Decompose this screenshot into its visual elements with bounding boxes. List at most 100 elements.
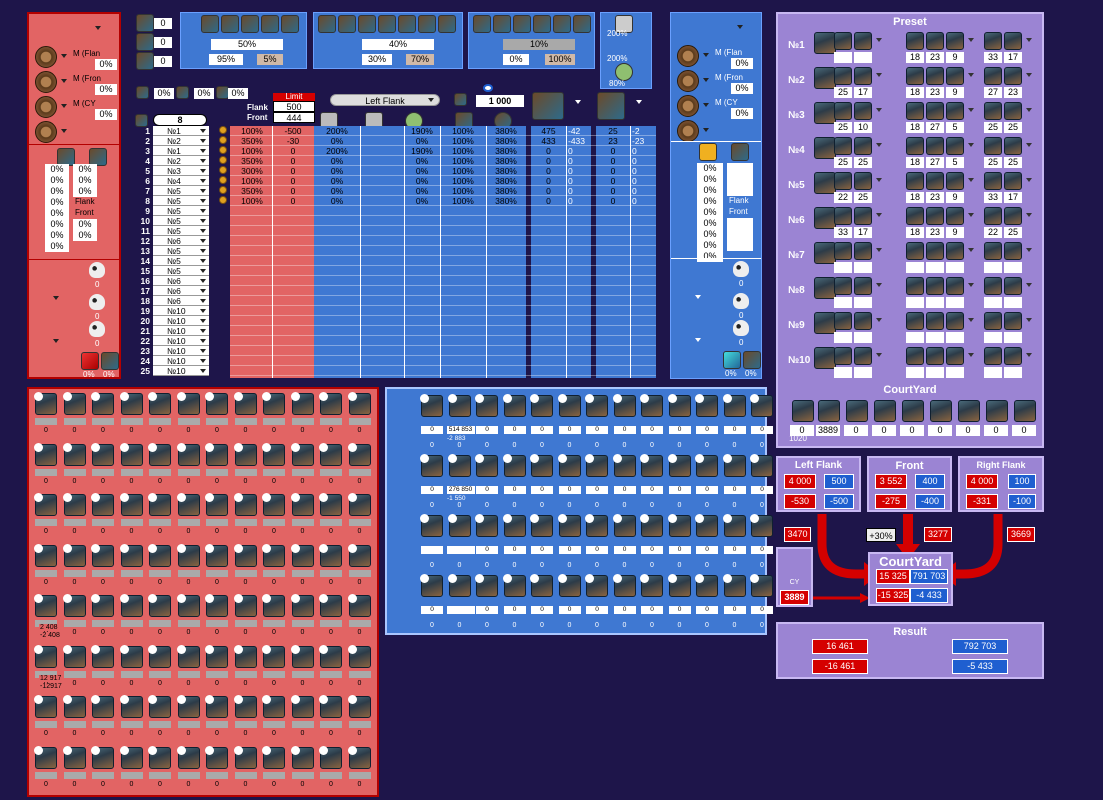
unit-count-bar[interactable]: [63, 468, 86, 476]
defender-unit-icon[interactable]: [475, 394, 498, 417]
right-mid-value[interactable]: 0%: [697, 240, 723, 251]
table-cell[interactable]: 300%: [232, 166, 272, 176]
unit-icon[interactable]: [906, 137, 924, 155]
unit-icon[interactable]: [792, 400, 814, 422]
courtyard-unit-count[interactable]: 0: [928, 425, 952, 436]
attacker-unit-icon[interactable]: [205, 745, 228, 769]
unit-count-bar[interactable]: [206, 721, 228, 728]
defender-unit-count[interactable]: 0: [421, 426, 443, 434]
preset-select[interactable]: №10: [153, 366, 209, 376]
preset-unit-count[interactable]: [854, 262, 872, 273]
chevron-down-icon[interactable]: [636, 100, 642, 104]
unit-icon[interactable]: [818, 400, 840, 422]
preset-unit-count[interactable]: [834, 262, 852, 273]
defender-unit-count[interactable]: 0: [668, 486, 691, 494]
attacker-unit-icon[interactable]: [233, 442, 257, 466]
table-cell[interactable]: 0%: [404, 166, 440, 176]
defender-unit-count[interactable]: 276 850: [446, 486, 475, 494]
chevron-down-icon[interactable]: [876, 178, 882, 182]
attacker-unit-icon[interactable]: [205, 644, 228, 668]
table-cell[interactable]: 0: [272, 156, 314, 166]
table-cell[interactable]: 350%: [232, 186, 272, 196]
preset-unit-count[interactable]: [984, 297, 1002, 308]
defender-unit-count[interactable]: 0: [696, 426, 718, 434]
unit-count-bar[interactable]: [291, 569, 314, 577]
attacker-unit-icon[interactable]: [233, 392, 257, 415]
chevron-down-icon[interactable]: [1026, 178, 1032, 182]
preset-unit-count[interactable]: 23: [1004, 87, 1022, 98]
courtyard-unit-count[interactable]: 3889: [816, 425, 840, 436]
unit-icon[interactable]: [846, 400, 868, 422]
table-cell[interactable]: 380%: [486, 166, 526, 176]
unit-icon[interactable]: [854, 32, 872, 50]
left-mid-value[interactable]: 0%: [45, 175, 69, 186]
defender-unit-icon[interactable]: [750, 394, 773, 417]
unit-count-bar[interactable]: [234, 771, 257, 779]
unit-count-bar[interactable]: [291, 771, 314, 779]
unit-icon[interactable]: [854, 172, 872, 190]
courtyard-unit-count[interactable]: 0: [1012, 425, 1036, 436]
chevron-down-icon[interactable]: [1026, 38, 1032, 42]
attacker-unit-icon[interactable]: [347, 745, 371, 769]
unit-icon[interactable]: [1004, 67, 1022, 85]
defender-unit-icon[interactable]: [667, 394, 691, 417]
unit-icon[interactable]: [984, 137, 1002, 155]
table-cell[interactable]: 0%: [404, 196, 440, 206]
unit-count-bar[interactable]: [291, 519, 314, 526]
defender-unit-icon[interactable]: [557, 454, 581, 477]
boost-b-1[interactable]: 5%: [257, 54, 283, 65]
defender-unit-count[interactable]: 0: [476, 426, 498, 434]
table-cell[interactable]: 0%: [314, 156, 360, 166]
attacker-unit-icon[interactable]: [233, 493, 257, 516]
unit-count-bar[interactable]: [206, 771, 228, 779]
preset-unit-count[interactable]: 18: [906, 192, 924, 203]
unit-count-bar[interactable]: [263, 620, 285, 627]
table-cell[interactable]: 25: [596, 126, 630, 136]
table-cell[interactable]: 0%: [404, 136, 440, 146]
preset-select[interactable]: №2: [153, 136, 209, 146]
unit-count-bar[interactable]: [291, 418, 314, 425]
right-mid-value[interactable]: [727, 185, 753, 196]
table-cell[interactable]: 0%: [314, 136, 360, 146]
defender-unit-icon[interactable]: [722, 514, 746, 537]
unit-count-bar[interactable]: [35, 771, 57, 779]
unit-icon[interactable]: [906, 242, 924, 260]
preset-unit-count[interactable]: 33: [984, 52, 1002, 63]
unit-count-bar[interactable]: [320, 468, 342, 476]
preset-unit-count[interactable]: [906, 367, 924, 378]
attacker-unit-icon[interactable]: [148, 745, 171, 769]
chevron-down-icon[interactable]: [1026, 318, 1032, 322]
preset-unit-count[interactable]: [984, 367, 1002, 378]
chevron-down-icon[interactable]: [968, 213, 974, 217]
table-cell[interactable]: 0: [272, 166, 314, 176]
unit-icon[interactable]: [926, 67, 944, 85]
defender-unit-icon[interactable]: [447, 454, 471, 477]
chevron-down-icon[interactable]: [876, 73, 882, 77]
attacker-unit-icon[interactable]: [62, 644, 86, 668]
table-cell[interactable]: 380%: [486, 126, 526, 136]
unit-count-bar[interactable]: [206, 620, 228, 627]
unit-count-bar[interactable]: [206, 519, 228, 526]
right-mid-value[interactable]: 0%: [697, 229, 723, 240]
defender-unit-icon[interactable]: [447, 394, 471, 417]
unit-count-bar[interactable]: [291, 721, 314, 728]
unit-icon[interactable]: [854, 347, 872, 365]
table-cell[interactable]: 0: [596, 176, 630, 186]
attacker-unit-icon[interactable]: [319, 745, 342, 769]
preset-unit-count[interactable]: 22: [834, 192, 852, 203]
unit-count-bar[interactable]: [92, 569, 114, 577]
table-cell[interactable]: 350%: [232, 136, 272, 146]
chevron-down-icon[interactable]: [737, 25, 743, 29]
chevron-down-icon[interactable]: [695, 295, 701, 299]
unit-count-bar[interactable]: [120, 468, 143, 476]
attacker-unit-icon[interactable]: [205, 493, 228, 516]
defender-unit-count[interactable]: 0: [668, 606, 691, 614]
preset-unit-count[interactable]: 25: [834, 157, 852, 168]
unit-count-bar[interactable]: [149, 670, 171, 678]
boost-a-1[interactable]: 95%: [209, 54, 243, 65]
table-cell[interactable]: 100%: [232, 146, 272, 156]
attacker-unit-icon[interactable]: [176, 594, 200, 617]
defender-unit-count[interactable]: 0: [558, 486, 581, 494]
attacker-unit-icon[interactable]: [62, 695, 86, 718]
unit-icon[interactable]: [946, 67, 964, 85]
